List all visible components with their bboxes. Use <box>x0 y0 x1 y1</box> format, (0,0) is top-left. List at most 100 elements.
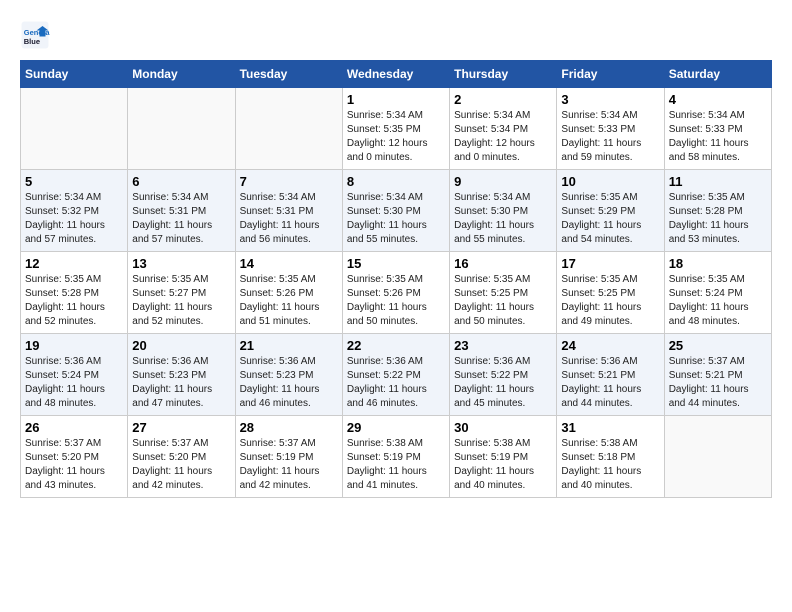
calendar-week-row: 1 Sunrise: 5:34 AM Sunset: 5:35 PM Daylig… <box>21 88 772 170</box>
calendar-week-row: 19 Sunrise: 5:36 AM Sunset: 5:24 PM Dayli… <box>21 334 772 416</box>
day-info: Sunrise: 5:37 AM Sunset: 5:21 PM Dayligh… <box>669 355 767 411</box>
day-info: Sunrise: 5:37 AM Sunset: 5:20 PM Dayligh… <box>132 437 230 493</box>
day-info: Sunrise: 5:38 AM Sunset: 5:18 PM Dayligh… <box>561 437 659 493</box>
calendar-cell: 28 Sunrise: 5:37 AM Sunset: 5:19 PM Dayli… <box>235 416 342 498</box>
day-number: 5 <box>25 174 123 189</box>
calendar-cell: 8 Sunrise: 5:34 AM Sunset: 5:30 PM Daylig… <box>342 170 449 252</box>
calendar-week-row: 26 Sunrise: 5:37 AM Sunset: 5:20 PM Dayli… <box>21 416 772 498</box>
day-number: 12 <box>25 256 123 271</box>
day-info: Sunrise: 5:35 AM Sunset: 5:24 PM Dayligh… <box>669 273 767 329</box>
calendar-cell: 29 Sunrise: 5:38 AM Sunset: 5:19 PM Dayli… <box>342 416 449 498</box>
day-info: Sunrise: 5:37 AM Sunset: 5:19 PM Dayligh… <box>240 437 338 493</box>
calendar-cell: 23Sunrise: 5:36 AM Sunset: 5:22 PM Dayli… <box>450 334 557 416</box>
calendar-cell: 10 Sunrise: 5:35 AM Sunset: 5:29 PM Dayli… <box>557 170 664 252</box>
day-number: 14 <box>240 256 338 271</box>
day-info: Sunrise: 5:36 AM Sunset: 5:23 PM Dayligh… <box>132 355 230 411</box>
calendar-cell: 12 Sunrise: 5:35 AM Sunset: 5:28 PM Dayli… <box>21 252 128 334</box>
calendar-cell: 2Sunrise: 5:34 AM Sunset: 5:34 PM Daylig… <box>450 88 557 170</box>
weekday-header: Tuesday <box>235 61 342 88</box>
weekday-header: Saturday <box>664 61 771 88</box>
day-number: 19 <box>25 338 123 353</box>
day-info: Sunrise: 5:36 AM Sunset: 5:21 PM Dayligh… <box>561 355 659 411</box>
weekday-header: Friday <box>557 61 664 88</box>
calendar-cell: 13Sunrise: 5:35 AM Sunset: 5:27 PM Dayli… <box>128 252 235 334</box>
calendar-cell <box>21 88 128 170</box>
day-number: 13 <box>132 256 230 271</box>
day-number: 20 <box>132 338 230 353</box>
calendar-cell: 6 Sunrise: 5:34 AM Sunset: 5:31 PM Daylig… <box>128 170 235 252</box>
day-number: 24 <box>561 338 659 353</box>
calendar-cell: 18 Sunrise: 5:35 AM Sunset: 5:24 PM Dayli… <box>664 252 771 334</box>
page-header: General Blue <box>20 20 772 50</box>
day-number: 9 <box>454 174 552 189</box>
weekday-header: Sunday <box>21 61 128 88</box>
day-number: 17 <box>561 256 659 271</box>
day-info: Sunrise: 5:35 AM Sunset: 5:29 PM Dayligh… <box>561 191 659 247</box>
calendar-cell: 7 Sunrise: 5:34 AM Sunset: 5:31 PM Daylig… <box>235 170 342 252</box>
day-info: Sunrise: 5:35 AM Sunset: 5:26 PM Dayligh… <box>347 273 445 329</box>
logo-icon: General Blue <box>20 20 50 50</box>
calendar-cell <box>128 88 235 170</box>
calendar-cell: 15 Sunrise: 5:35 AM Sunset: 5:26 PM Dayli… <box>342 252 449 334</box>
calendar-cell: 4 Sunrise: 5:34 AM Sunset: 5:33 PM Daylig… <box>664 88 771 170</box>
day-number: 22 <box>347 338 445 353</box>
day-info: Sunrise: 5:34 AM Sunset: 5:35 PM Dayligh… <box>347 109 445 165</box>
day-info: Sunrise: 5:35 AM Sunset: 5:25 PM Dayligh… <box>454 273 552 329</box>
day-number: 26 <box>25 420 123 435</box>
weekday-header: Thursday <box>450 61 557 88</box>
calendar-cell: 17 Sunrise: 5:35 AM Sunset: 5:25 PM Dayli… <box>557 252 664 334</box>
day-info: Sunrise: 5:34 AM Sunset: 5:33 PM Dayligh… <box>561 109 659 165</box>
day-info: Sunrise: 5:34 AM Sunset: 5:31 PM Dayligh… <box>240 191 338 247</box>
day-info: Sunrise: 5:36 AM Sunset: 5:24 PM Dayligh… <box>25 355 123 411</box>
calendar-cell: 27 Sunrise: 5:37 AM Sunset: 5:20 PM Dayli… <box>128 416 235 498</box>
day-number: 6 <box>132 174 230 189</box>
day-number: 31 <box>561 420 659 435</box>
day-info: Sunrise: 5:34 AM Sunset: 5:30 PM Dayligh… <box>347 191 445 247</box>
day-number: 7 <box>240 174 338 189</box>
calendar-cell: 22 Sunrise: 5:36 AM Sunset: 5:22 PM Dayli… <box>342 334 449 416</box>
day-number: 4 <box>669 92 767 107</box>
day-number: 10 <box>561 174 659 189</box>
day-number: 18 <box>669 256 767 271</box>
day-number: 25 <box>669 338 767 353</box>
calendar-cell: 1 Sunrise: 5:34 AM Sunset: 5:35 PM Daylig… <box>342 88 449 170</box>
calendar-header-row: SundayMondayTuesdayWednesdayThursdayFrid… <box>21 61 772 88</box>
calendar-cell <box>235 88 342 170</box>
weekday-header: Monday <box>128 61 235 88</box>
day-number: 30 <box>454 420 552 435</box>
day-info: Sunrise: 5:34 AM Sunset: 5:30 PM Dayligh… <box>454 191 552 247</box>
calendar-cell: 3 Sunrise: 5:34 AM Sunset: 5:33 PM Daylig… <box>557 88 664 170</box>
calendar-week-row: 12 Sunrise: 5:35 AM Sunset: 5:28 PM Dayli… <box>21 252 772 334</box>
day-number: 23 <box>454 338 552 353</box>
calendar-cell: 9 Sunrise: 5:34 AM Sunset: 5:30 PM Daylig… <box>450 170 557 252</box>
calendar: SundayMondayTuesdayWednesdayThursdayFrid… <box>20 60 772 498</box>
day-info: Sunrise: 5:34 AM Sunset: 5:33 PM Dayligh… <box>669 109 767 165</box>
day-number: 15 <box>347 256 445 271</box>
day-info: Sunrise: 5:35 AM Sunset: 5:28 PM Dayligh… <box>669 191 767 247</box>
day-info: Sunrise: 5:35 AM Sunset: 5:25 PM Dayligh… <box>561 273 659 329</box>
day-number: 1 <box>347 92 445 107</box>
day-info: Sunrise: 5:36 AM Sunset: 5:23 PM Dayligh… <box>240 355 338 411</box>
day-info: Sunrise: 5:34 AM Sunset: 5:32 PM Dayligh… <box>25 191 123 247</box>
calendar-cell: 24 Sunrise: 5:36 AM Sunset: 5:21 PM Dayli… <box>557 334 664 416</box>
day-info: Sunrise: 5:34 AM Sunset: 5:34 PM Dayligh… <box>454 109 552 165</box>
calendar-cell: 25 Sunrise: 5:37 AM Sunset: 5:21 PM Dayli… <box>664 334 771 416</box>
svg-text:Blue: Blue <box>24 37 40 46</box>
day-info: Sunrise: 5:35 AM Sunset: 5:28 PM Dayligh… <box>25 273 123 329</box>
day-info: Sunrise: 5:36 AM Sunset: 5:22 PM Dayligh… <box>347 355 445 411</box>
day-info: Sunrise: 5:34 AM Sunset: 5:31 PM Dayligh… <box>132 191 230 247</box>
day-number: 3 <box>561 92 659 107</box>
day-number: 11 <box>669 174 767 189</box>
calendar-cell: 21 Sunrise: 5:36 AM Sunset: 5:23 PM Dayli… <box>235 334 342 416</box>
calendar-cell: 19 Sunrise: 5:36 AM Sunset: 5:24 PM Dayli… <box>21 334 128 416</box>
calendar-cell: 14Sunrise: 5:35 AM Sunset: 5:26 PM Dayli… <box>235 252 342 334</box>
day-number: 28 <box>240 420 338 435</box>
day-info: Sunrise: 5:38 AM Sunset: 5:19 PM Dayligh… <box>347 437 445 493</box>
day-info: Sunrise: 5:37 AM Sunset: 5:20 PM Dayligh… <box>25 437 123 493</box>
day-number: 21 <box>240 338 338 353</box>
day-number: 8 <box>347 174 445 189</box>
calendar-cell: 31 Sunrise: 5:38 AM Sunset: 5:18 PM Dayli… <box>557 416 664 498</box>
calendar-week-row: 5 Sunrise: 5:34 AM Sunset: 5:32 PM Daylig… <box>21 170 772 252</box>
day-number: 27 <box>132 420 230 435</box>
day-number: 29 <box>347 420 445 435</box>
